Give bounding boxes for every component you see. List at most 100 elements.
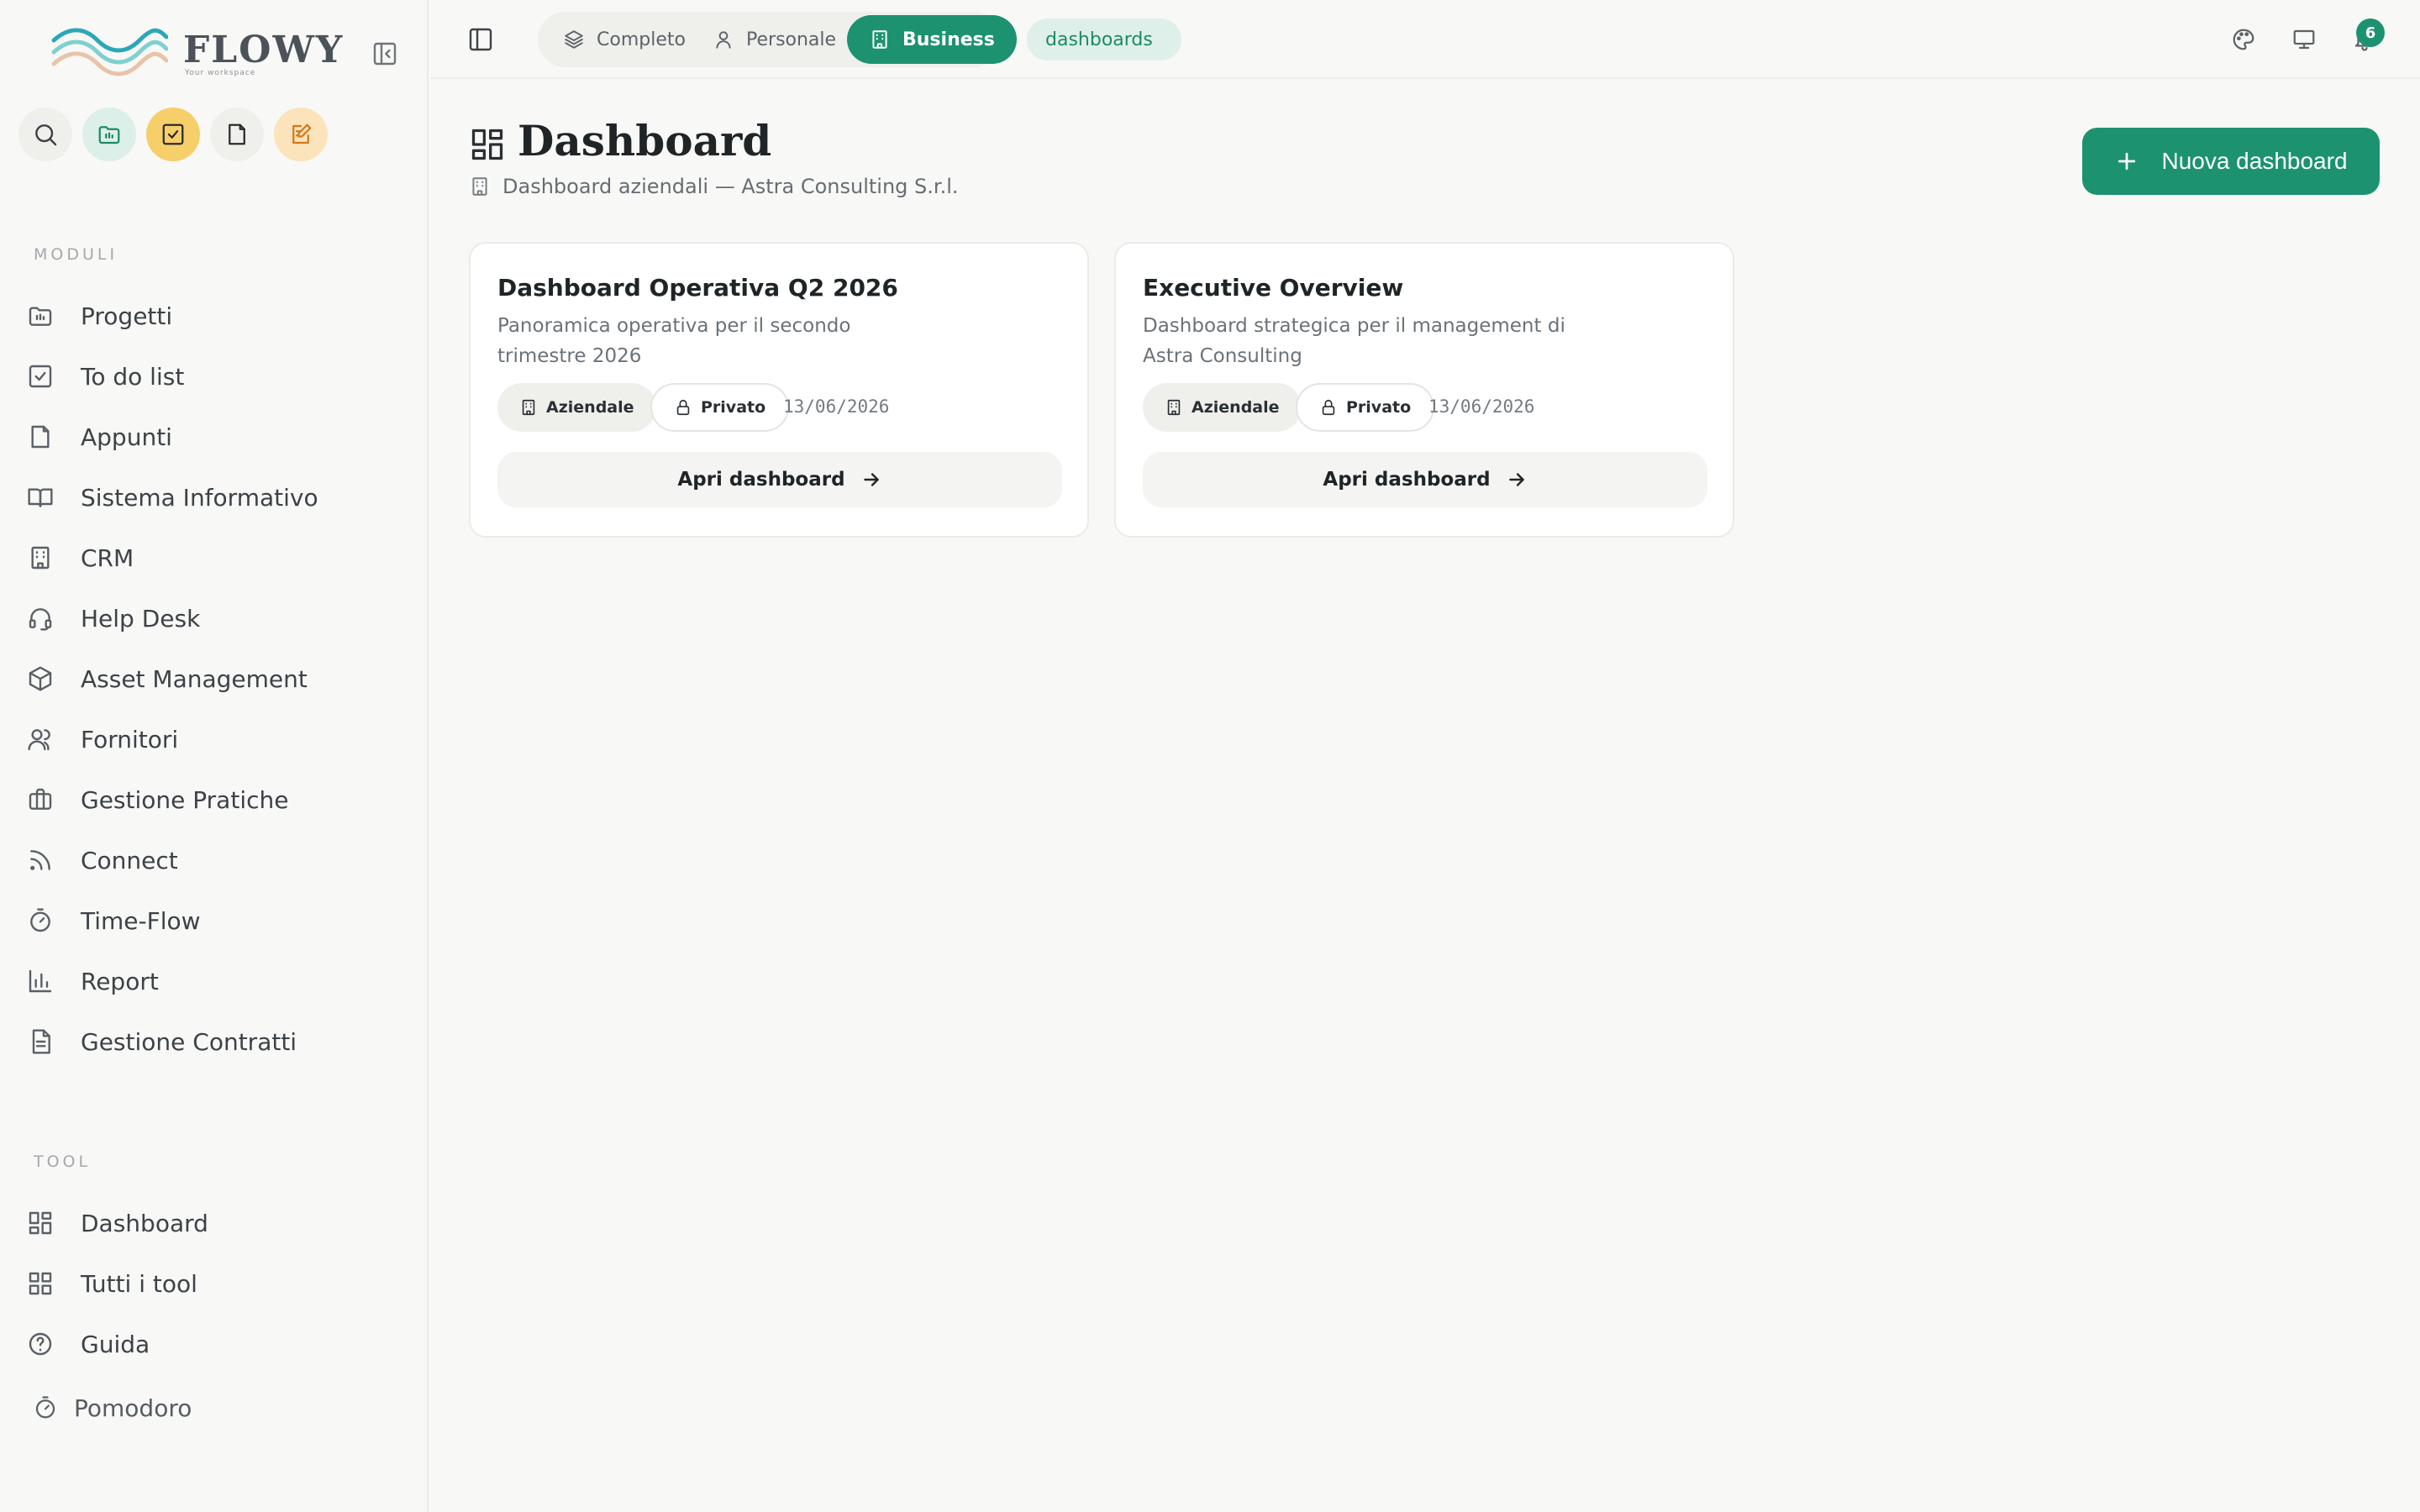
sidebar-item-gestione-pratiche[interactable]: Gestione Pratiche — [25, 776, 403, 823]
sidebar-collapse-button[interactable] — [368, 37, 402, 71]
layers-icon — [565, 30, 583, 49]
building-icon — [469, 176, 491, 197]
card-title: Executive Overview — [1143, 274, 1404, 302]
building-icon — [872, 30, 887, 49]
building-icon — [1167, 399, 1181, 416]
lock-icon — [1322, 399, 1335, 416]
pomodoro-button[interactable]: Pomodoro — [32, 1384, 410, 1431]
sidebar-item-sistema-informativo[interactable]: Sistema Informativo — [25, 474, 403, 521]
sidebar-item-report[interactable]: Report — [25, 958, 403, 1005]
sidebar-item-label: Gestione Contratti — [81, 1027, 297, 1056]
route-chip: dashboards — [1027, 18, 1181, 60]
sidebar-item-label: Sistema Informativo — [81, 483, 318, 512]
sidebar-item-crm[interactable]: CRM — [25, 534, 403, 581]
folder-chart-icon — [98, 126, 120, 144]
open-dashboard-button[interactable]: Apri dashboard — [497, 452, 1062, 507]
display-button[interactable] — [2287, 23, 2321, 56]
book-icon — [25, 482, 55, 512]
timer-icon — [25, 906, 55, 936]
sidebar-item-appunti[interactable]: Appunti — [25, 413, 403, 460]
app-logo[interactable]: FLOWY Your workspace — [50, 25, 342, 84]
bar-chart-icon — [25, 966, 55, 996]
sidebar-item-guida[interactable]: Guida — [25, 1320, 403, 1368]
sidebar-item-asset-management[interactable]: Asset Management — [25, 655, 403, 702]
logo-wordmark: FLOWY — [183, 29, 345, 71]
visibility-badge: Privato — [1296, 383, 1435, 432]
new-dashboard-label: Nuova dashboard — [2161, 148, 2348, 174]
sidebar-item-gestione-contratti[interactable]: Gestione Contratti — [25, 1018, 403, 1065]
folder-chart-icon — [25, 301, 55, 331]
scope-label: Aziendale — [546, 398, 634, 417]
grid-icon — [25, 1268, 55, 1299]
box-icon — [25, 664, 55, 694]
building-icon — [522, 399, 535, 416]
note-icon — [229, 123, 245, 145]
workspace-mode-switch: Completo Personale Business — [538, 12, 1017, 67]
checkbox-icon — [162, 123, 184, 145]
tab-completo[interactable]: Completo — [541, 15, 708, 64]
tab-personale[interactable]: Personale — [691, 15, 858, 64]
sidebar-collapse-icon — [373, 42, 397, 66]
quick-actions — [18, 108, 328, 161]
top-bar: Completo Personale Business dashboards 6 — [430, 0, 2420, 79]
quick-notes-button[interactable] — [210, 108, 264, 161]
headset-icon — [25, 603, 55, 633]
sidebar-item-label: To do list — [81, 362, 185, 391]
card-date: 13/06/2026 — [1428, 396, 1535, 417]
page-title: Dashboard — [518, 116, 772, 165]
dashboard-icon — [469, 126, 506, 163]
new-dashboard-button[interactable]: Nuova dashboard — [2082, 128, 2380, 195]
sidebar-item-label: Appunti — [81, 423, 172, 451]
help-circle-icon — [25, 1329, 55, 1359]
card-title: Dashboard Operativa Q2 2026 — [497, 274, 898, 302]
tab-label: Business — [902, 29, 995, 50]
timer-icon — [32, 1393, 59, 1423]
scope-badge: Aziendale — [497, 383, 656, 432]
sidebar-item-label: Connect — [81, 846, 178, 874]
sidebar-item-dashboard[interactable]: Dashboard — [25, 1200, 403, 1247]
sidebar-item-fornitori[interactable]: Fornitori — [25, 716, 403, 763]
open-dashboard-label: Apri dashboard — [677, 469, 845, 491]
panel-left-icon — [469, 28, 492, 51]
tab-business[interactable]: Business — [847, 15, 1017, 64]
sidebar-item-label: CRM — [81, 543, 134, 572]
sidebar-item-progetti[interactable]: Progetti — [25, 292, 403, 339]
quick-edit-button[interactable] — [274, 108, 328, 161]
quick-search-button[interactable] — [18, 108, 72, 161]
sidebar-item-todo[interactable]: To do list — [25, 353, 403, 400]
theme-button[interactable] — [2227, 23, 2260, 56]
edit-note-icon — [292, 123, 312, 144]
note-icon — [25, 422, 55, 452]
visibility-label: Privato — [701, 398, 766, 417]
sidebar-item-label: Asset Management — [81, 664, 308, 693]
sidebar-item-time-flow[interactable]: Time-Flow — [25, 897, 403, 944]
quick-projects-button[interactable] — [82, 108, 136, 161]
card-description: Dashboard strategica per il management d… — [1143, 315, 1565, 367]
notification-count-badge: 6 — [2356, 18, 2385, 47]
user-icon — [716, 31, 731, 49]
quick-todo-button[interactable] — [146, 108, 200, 161]
open-dashboard-label: Apri dashboard — [1323, 469, 1491, 491]
scope-badge: Aziendale — [1143, 383, 1302, 432]
open-dashboard-button[interactable]: Apri dashboard — [1143, 452, 1707, 507]
visibility-label: Privato — [1346, 398, 1412, 417]
scope-label: Aziendale — [1192, 398, 1280, 417]
briefcase-icon — [25, 785, 55, 815]
search-icon — [35, 124, 57, 146]
building-icon — [25, 543, 55, 573]
lock-icon — [676, 399, 690, 416]
dashboard-icon — [25, 1208, 55, 1238]
sidebar-item-tutti-i-tool[interactable]: Tutti i tool — [25, 1260, 403, 1307]
wave-logo-icon — [51, 28, 168, 76]
tab-label: Completo — [597, 29, 686, 50]
palette-icon — [2233, 29, 2254, 50]
sidebar-item-label: Help Desk — [81, 604, 201, 633]
sidebar-item-connect[interactable]: Connect — [25, 837, 403, 884]
toggle-panel-button[interactable] — [464, 23, 497, 56]
sidebar-item-label: Gestione Pratiche — [81, 785, 289, 814]
users-icon — [25, 724, 55, 754]
subtitle-text: Dashboard aziendali — Astra Consulting S… — [502, 175, 959, 198]
logo-tagline: Your workspace — [185, 69, 256, 77]
checkbox-icon — [25, 361, 55, 391]
sidebar-item-help-desk[interactable]: Help Desk — [25, 595, 403, 642]
